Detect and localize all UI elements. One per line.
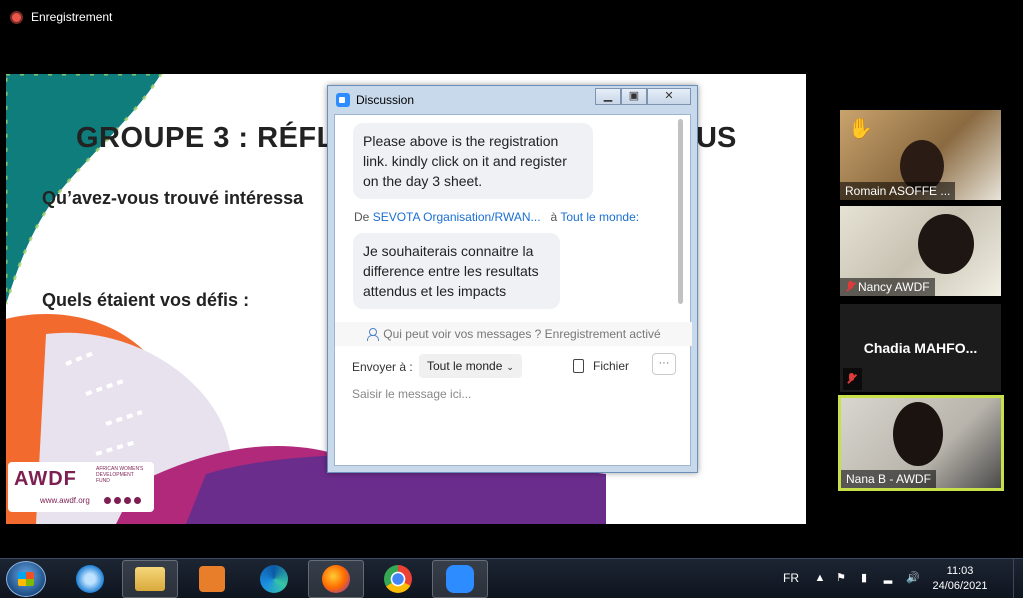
- recording-indicator[interactable]: Enregistrement: [10, 10, 112, 24]
- file-label: Fichier: [593, 359, 630, 373]
- privacy-notice[interactable]: Qui peut voir vos messages ? Enregistrem…: [335, 322, 692, 346]
- muted-mic-icon: [846, 373, 856, 385]
- to-prefix: à: [550, 210, 558, 224]
- media-player-icon[interactable]: [184, 560, 240, 598]
- message-input[interactable]: Saisir le message ici...: [352, 387, 471, 401]
- participant-video: [893, 402, 943, 466]
- participant-name-label: Nancy AWDF: [840, 278, 935, 296]
- language-indicator[interactable]: FR: [783, 571, 799, 585]
- recipient-name[interactable]: Tout le monde:: [560, 210, 639, 224]
- muted-mic-icon: [845, 281, 855, 293]
- chevron-down-icon: ⌄: [506, 362, 514, 372]
- chat-message-2: Je souhaiterais connaitre la difference …: [353, 233, 560, 309]
- chat-title: Discussion: [356, 93, 415, 107]
- recording-icon: [10, 10, 23, 24]
- clock-time: 11:03: [946, 565, 974, 577]
- minimize-button[interactable]: ▁: [595, 88, 621, 105]
- message-sender-line: De SEVOTA Organisation/RWAN... à Tout le…: [354, 210, 639, 224]
- compose-area: Envoyer à : Tout le monde ⌄ Fichier ··· S…: [335, 347, 692, 467]
- chat-content: Please above is the registration link. k…: [334, 114, 692, 467]
- participant-name: Nana B - AWDF: [841, 470, 936, 488]
- edge-icon[interactable]: [246, 560, 302, 598]
- recipient-dropdown[interactable]: Tout le monde ⌄: [419, 354, 522, 378]
- slide-question-2: Quels étaient vos défis :: [42, 290, 250, 310]
- device-icon[interactable]: ▮: [858, 572, 870, 584]
- participant-name: Chadia MAHFO...: [863, 340, 978, 356]
- chrome-icon[interactable]: [370, 560, 426, 598]
- firefox-icon[interactable]: [308, 560, 364, 598]
- chat-window[interactable]: Discussion ▁ ▣ ✕ Please above is the reg…: [327, 85, 698, 473]
- slide-question-1: Qu’avez-vous trouvé intéressa: [42, 188, 304, 208]
- show-hidden-icons-icon[interactable]: ▲: [814, 572, 826, 584]
- close-button[interactable]: ✕: [647, 88, 691, 105]
- participant-tile-active-speaker[interactable]: Nana B - AWDF: [838, 395, 1004, 491]
- zoom-app-icon[interactable]: [432, 560, 488, 598]
- slide-title-tail: US: [696, 122, 737, 154]
- maximize-button[interactable]: ▣: [621, 88, 647, 105]
- action-center-flag-icon[interactable]: ⚑: [835, 572, 847, 584]
- system-clock[interactable]: 11:03 24/06/2021: [930, 564, 990, 594]
- recipient-value: Tout le monde: [427, 359, 503, 373]
- slide-title: GROUPE 3 : RÉFL: [76, 122, 335, 154]
- clock-date: 24/06/2021: [932, 580, 988, 592]
- scroll-thumb[interactable]: [678, 119, 683, 304]
- internet-explorer-icon[interactable]: [62, 560, 118, 598]
- windows-taskbar: FR ▲ ⚑ ▮ ▂ 🔊 11:03 24/06/2021: [0, 558, 1023, 598]
- mute-indicator: [843, 368, 862, 390]
- awdf-logo: AWDF AFRICAN WOMEN'S DEVELOPMENT FUND ww…: [8, 462, 154, 512]
- window-controls: ▁ ▣ ✕: [595, 88, 691, 105]
- awdf-logo-subtitle: AFRICAN WOMEN'S DEVELOPMENT FUND: [96, 466, 144, 484]
- file-explorer-icon[interactable]: [122, 560, 178, 598]
- network-signal-icon[interactable]: ▂: [882, 572, 894, 584]
- more-options-button[interactable]: ···: [652, 353, 676, 375]
- from-prefix: De: [354, 210, 370, 224]
- participant-name: Romain ASOFFE ...: [840, 182, 956, 200]
- privacy-text: Qui peut voir vos messages ? Enregistrem…: [383, 327, 661, 341]
- participant-tile-3[interactable]: Chadia MAHFO...: [840, 304, 1001, 392]
- file-button[interactable]: Fichier: [573, 355, 629, 377]
- social-icons: [104, 497, 141, 504]
- participant-name: Nancy AWDF: [858, 280, 930, 294]
- participant-tile-1[interactable]: ✋ Romain ASOFFE ...: [840, 110, 1001, 200]
- zoom-camera-icon: [336, 93, 350, 107]
- screen: Enregistrement GROUPE 3 : RÉFL US Qu’ave…: [0, 0, 1023, 598]
- show-desktop-button[interactable]: [1013, 559, 1023, 598]
- awdf-url: www.awdf.org: [40, 496, 90, 505]
- chat-titlebar[interactable]: Discussion ▁ ▣ ✕: [328, 86, 697, 114]
- volume-icon[interactable]: 🔊: [906, 572, 920, 584]
- recording-label: Enregistrement: [31, 10, 113, 24]
- chat-scrollbar[interactable]: [677, 115, 684, 320]
- awdf-logo-text: AWDF: [14, 468, 77, 490]
- raised-hand-icon: ✋: [848, 118, 873, 140]
- chat-message-1: Please above is the registration link. k…: [353, 123, 593, 199]
- participant-tile-2[interactable]: Nancy AWDF: [840, 206, 1001, 296]
- start-button[interactable]: [6, 561, 46, 597]
- send-to-label: Envoyer à :: [352, 360, 413, 374]
- participant-video: [918, 214, 974, 274]
- user-icon: [366, 328, 380, 341]
- message-list[interactable]: Please above is the registration link. k…: [335, 115, 685, 320]
- file-icon: [573, 359, 584, 373]
- sender-name[interactable]: SEVOTA Organisation/RWAN...: [373, 210, 541, 224]
